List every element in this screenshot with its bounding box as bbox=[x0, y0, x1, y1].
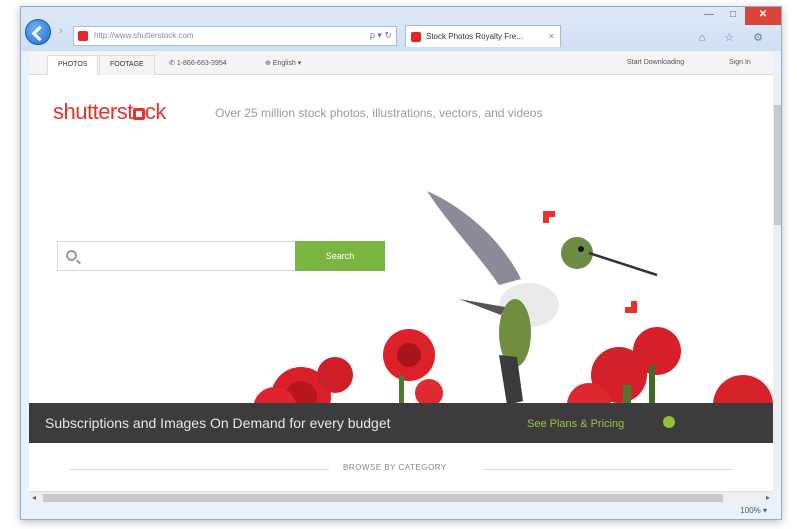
shutterstock-logo[interactable]: shutterst ck bbox=[53, 99, 166, 125]
logo-o-mark bbox=[132, 108, 145, 120]
banner-text: Subscriptions and Images On Demand for e… bbox=[45, 415, 391, 431]
pricing-banner: Subscriptions and Images On Demand for e… bbox=[29, 403, 773, 443]
phone-icon: ✆ bbox=[169, 60, 177, 67]
browse-category-heading: BROWSE BY CATEGORY bbox=[343, 463, 447, 472]
forward-arrow-icon[interactable]: › bbox=[55, 25, 67, 37]
tab-photos[interactable]: PHOTOS bbox=[47, 55, 99, 75]
start-downloading-link[interactable]: Start Downloading bbox=[627, 59, 684, 66]
search-icon bbox=[66, 250, 77, 261]
flowers-illustration bbox=[253, 327, 773, 415]
category-divider-right bbox=[483, 469, 733, 470]
browser-window: › http://www.shutterstock.com ρ ▾ ↻ Stoc… bbox=[20, 6, 782, 520]
language-select[interactable]: ⊕ English ▾ bbox=[265, 59, 301, 67]
address-tools[interactable]: ρ ▾ ↻ bbox=[370, 30, 392, 41]
favicon-icon bbox=[78, 31, 88, 41]
close-button[interactable]: ✕ bbox=[745, 7, 781, 25]
tab-favicon-icon bbox=[411, 32, 421, 42]
minimize-button[interactable]: — bbox=[697, 7, 721, 25]
language-label: English ▾ bbox=[272, 60, 302, 67]
logo-text-end: ck bbox=[144, 99, 167, 124]
vertical-scroll-thumb[interactable] bbox=[774, 105, 781, 225]
category-divider-left bbox=[69, 469, 329, 470]
tab-close-icon[interactable]: × bbox=[549, 31, 554, 41]
page-content: PHOTOS FOOTAGE ✆ 1-866-663-3954 ⊕ Englis… bbox=[29, 51, 773, 491]
phone-link[interactable]: ✆ 1-866-663-3954 bbox=[169, 59, 227, 67]
tab-footage[interactable]: FOOTAGE bbox=[99, 55, 155, 75]
browser-toolbar-icons[interactable]: ⌂ ☆ ⚙ bbox=[699, 31, 771, 44]
search-button[interactable]: Search bbox=[295, 241, 385, 271]
horizontal-scrollbar[interactable]: ◂ ▸ bbox=[29, 491, 773, 503]
back-arrow-icon[interactable] bbox=[25, 19, 51, 45]
scroll-right-icon[interactable]: ▸ bbox=[766, 492, 770, 504]
scroll-left-icon[interactable]: ◂ bbox=[32, 492, 36, 504]
vertical-scrollbar[interactable] bbox=[773, 75, 781, 491]
globe-icon: ⊕ bbox=[265, 60, 273, 67]
horizontal-scroll-thumb[interactable] bbox=[43, 494, 723, 502]
browser-tab[interactable]: Stock Photos Royalty Fre... × bbox=[405, 25, 561, 47]
zoom-level[interactable]: 100% ▾ bbox=[740, 506, 767, 515]
address-bar[interactable]: http://www.shutterstock.com ρ ▾ ↻ bbox=[73, 26, 397, 46]
browser-titlebar: › http://www.shutterstock.com ρ ▾ ↻ Stoc… bbox=[21, 7, 781, 51]
see-plans-link[interactable]: See Plans & Pricing bbox=[527, 418, 624, 430]
tagline: Over 25 million stock photos, illustrati… bbox=[215, 106, 543, 120]
window-controls: — □ ✕ bbox=[697, 7, 781, 25]
status-bar: 100% ▾ bbox=[21, 504, 781, 519]
maximize-button[interactable]: □ bbox=[721, 7, 745, 25]
arrow-circle-icon[interactable] bbox=[663, 416, 675, 428]
logo-text-start: shutterst bbox=[53, 99, 133, 124]
hummingbird-illustration bbox=[427, 191, 658, 405]
tab-title: Stock Photos Royalty Fre... bbox=[426, 32, 523, 41]
search-input[interactable] bbox=[57, 241, 295, 271]
url-text[interactable]: http://www.shutterstock.com bbox=[94, 31, 194, 40]
sign-in-link[interactable]: Sign In bbox=[729, 59, 751, 66]
site-topnav: PHOTOS FOOTAGE ✆ 1-866-663-3954 ⊕ Englis… bbox=[29, 51, 773, 75]
brand-corner-marks bbox=[543, 211, 637, 313]
phone-number: 1-866-663-3954 bbox=[176, 60, 227, 67]
